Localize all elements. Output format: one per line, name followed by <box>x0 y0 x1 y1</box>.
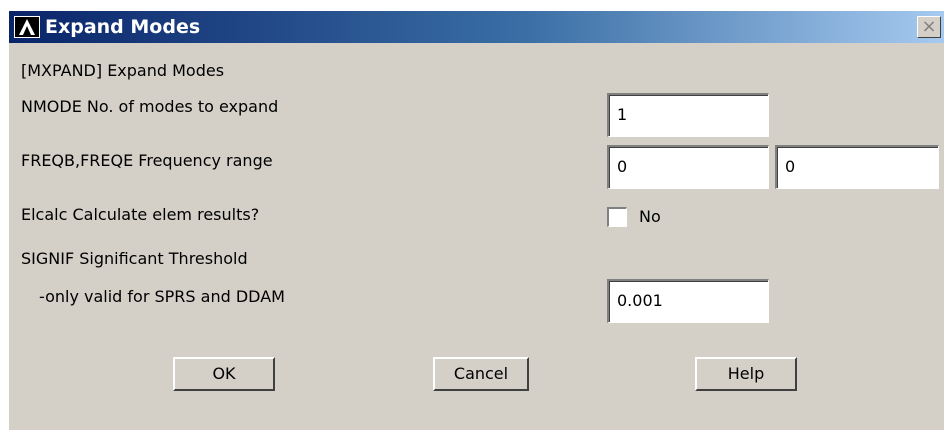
title-bar[interactable]: Expand Modes × <box>9 11 944 43</box>
close-button[interactable]: × <box>917 16 941 38</box>
nmode-label: NMODE No. of modes to expand <box>21 97 279 116</box>
expand-modes-dialog: Expand Modes × [MXPAND] Expand Modes NMO… <box>8 10 944 430</box>
freq-range-label: FREQB,FREQE Frequency range <box>21 151 273 170</box>
nmode-input[interactable]: 1 <box>607 93 769 137</box>
freqb-input[interactable]: 0 <box>607 145 769 189</box>
ok-button[interactable]: OK <box>173 357 275 391</box>
signif-label: SIGNIF Significant Threshold <box>21 249 248 268</box>
command-header: [MXPAND] Expand Modes <box>21 61 225 80</box>
ansys-logo-icon <box>14 16 40 38</box>
elcalc-checkbox[interactable] <box>607 207 627 227</box>
elcalc-label: Elcalc Calculate elem results? <box>21 205 260 224</box>
help-button[interactable]: Help <box>695 357 797 391</box>
signif-input[interactable]: 0.001 <box>607 279 769 323</box>
freqe-input[interactable]: 0 <box>775 145 939 189</box>
signif-sublabel: -only valid for SPRS and DDAM <box>39 287 285 306</box>
elcalc-state-label: No <box>639 207 661 226</box>
cancel-button[interactable]: Cancel <box>433 357 529 391</box>
window-title: Expand Modes <box>45 16 201 38</box>
close-icon: × <box>921 16 937 37</box>
